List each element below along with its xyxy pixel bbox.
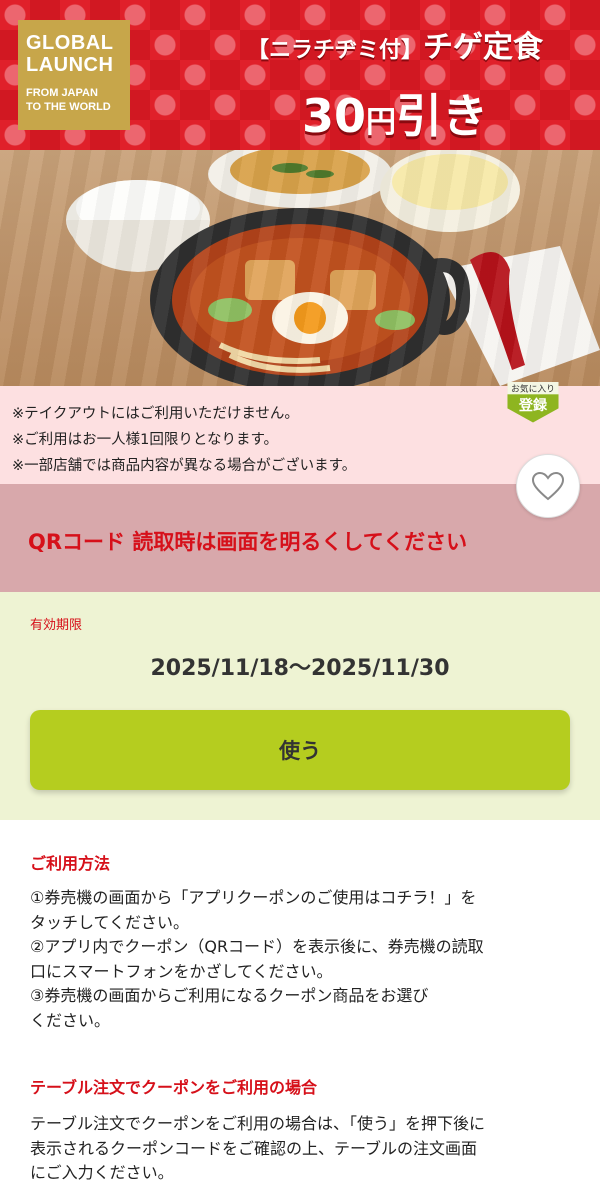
price-number: 30	[301, 89, 366, 143]
banner-title-prefix: 【ニラチヂミ付】	[246, 38, 423, 63]
howto-line: ③券売機の画面からご利用になるクーポン商品をお選び	[30, 986, 429, 1005]
meal-photo	[0, 150, 600, 386]
table-order-line: テーブル注文でクーポンをご利用の場合は、「使う」を押下後に	[30, 1114, 486, 1133]
notice-line: ※ご利用はお一人様1回限りとなります。	[12, 432, 278, 448]
global-launch-logo: GLOBAL LAUNCH FROM JAPAN TO THE WORLD	[18, 20, 130, 130]
table-order-line: 表示されるクーポンコードをご確認の上、テーブルの注文画面	[30, 1138, 478, 1158]
howto-line: タッチしてください。	[30, 912, 190, 932]
heart-icon	[531, 471, 565, 501]
table-order-heading: テーブル注文でクーポンをご利用の場合	[30, 1078, 318, 1097]
svg-text:登録: 登録	[518, 397, 548, 414]
validity-label: 有効期限	[30, 618, 83, 633]
svg-text:お気に入り: お気に入り	[511, 383, 555, 395]
logo-line: TO THE WORLD	[26, 101, 111, 113]
banner-price: 30円引き	[200, 80, 590, 146]
notice-line: ※一部店舗では商品内容が異なる場合がございます。	[12, 458, 357, 474]
table-order-text: テーブル注文でクーポンをご利用の場合は、「使う」を押下後に 表示されるクーポンコ…	[30, 1112, 485, 1186]
logo-line: LAUNCH	[26, 54, 114, 76]
favorite-button[interactable]	[516, 454, 580, 518]
logo-line: GLOBAL	[26, 32, 114, 54]
price-suffix: 引き	[396, 89, 488, 143]
howto-text: ①券売機の画面から「アプリクーポンのご使用はコチラ！」を タッチしてください。 …	[30, 886, 484, 1033]
howto-line: ①券売機の画面から「アプリクーポンのご使用はコチラ！」を	[30, 888, 477, 907]
qr-brightness-notice: QRコード 読取時は画面を明るくしてください	[28, 530, 468, 554]
howto-heading: ご利用方法	[30, 854, 111, 873]
howto-line: 口にスマートフォンをかざしてください。	[30, 961, 333, 981]
favorite-register-badge: お気に入り 登録	[507, 382, 559, 423]
banner-title: 【ニラチヂミ付】チゲ定食	[200, 22, 590, 66]
logo-line: FROM JAPAN	[26, 87, 98, 99]
notice-line: ※テイクアウトにはご利用いただけません。	[12, 406, 299, 422]
banner-title-main: チゲ定食	[423, 30, 543, 65]
promo-banner: GLOBAL LAUNCH FROM JAPAN TO THE WORLD 【ニ…	[0, 0, 600, 150]
validity-dates: 2025/11/18〜2025/11/30	[150, 656, 450, 681]
notice-section: ※テイクアウトにはご利用いただけません。 ※ご利用はお一人様1回限りとなります。…	[0, 382, 600, 484]
price-yen: 円	[366, 105, 396, 140]
use-coupon-button[interactable]: 使う	[30, 710, 570, 790]
howto-line: ②アプリ内でクーポン（QRコード）を表示後に、券売機の読取	[30, 937, 484, 956]
howto-line: ください。	[30, 1010, 111, 1030]
table-order-line: にご入力ください。	[30, 1163, 174, 1182]
